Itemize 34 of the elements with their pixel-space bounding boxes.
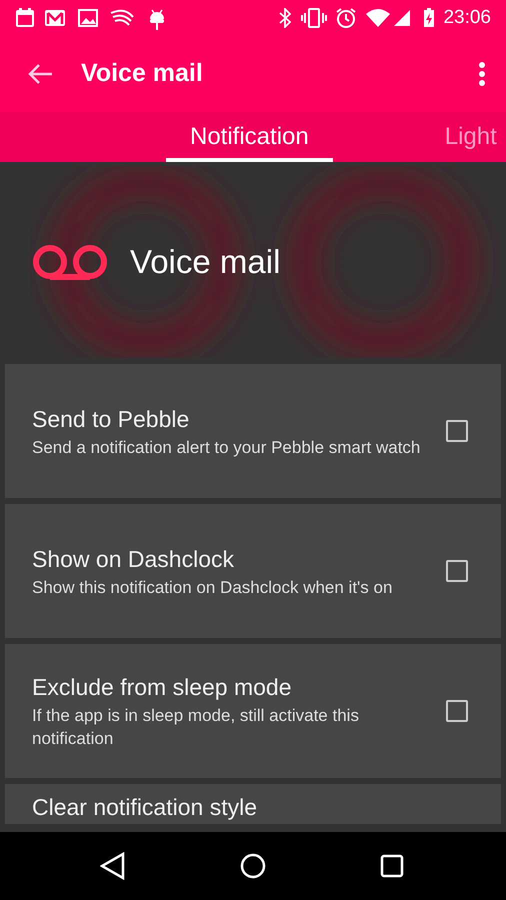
wifi-icon — [365, 8, 392, 28]
signal-icon — [393, 9, 412, 27]
setting-title: Show on Dashclock — [32, 544, 235, 574]
checkbox[interactable] — [446, 420, 468, 442]
setting-title: Clear notification style — [32, 793, 258, 822]
image-icon — [78, 9, 98, 27]
setting-card[interactable]: Clear notification style — [5, 784, 501, 824]
back-icon[interactable] — [100, 852, 126, 880]
setting-card[interactable]: Exclude from sleep mode If the app is in sleep mode, still activate this notification — [5, 644, 501, 778]
checkbox[interactable] — [446, 700, 468, 722]
recent-apps-icon[interactable] — [380, 854, 404, 878]
tab[interactable]: Notification — [166, 112, 333, 162]
home-icon[interactable] — [240, 853, 266, 879]
header-title: Voice mail — [130, 242, 280, 282]
checkbox[interactable] — [446, 560, 468, 582]
clock-time: 23:06 — [443, 6, 491, 30]
setting-title: Exclude from sleep mode — [32, 673, 293, 702]
vibrate-icon — [301, 8, 328, 28]
more-options-icon[interactable] — [478, 61, 486, 87]
alarm-icon — [335, 7, 358, 29]
swirl-icon — [110, 9, 136, 27]
calendar-icon — [15, 8, 35, 28]
setting-title: Send to Pebble — [32, 404, 190, 434]
setting-description: If the app is in sleep mode, still activate this notification — [32, 705, 360, 750]
back-arrow-icon[interactable] — [27, 63, 53, 85]
app-bar-title: Voice mail — [81, 58, 204, 90]
setting-description: Show this notification on Dashclock when it's on — [32, 576, 394, 598]
bluetooth-icon — [279, 8, 292, 28]
setting-card[interactable]: Send to Pebble Send a notification alert to your Pebble smart watch — [5, 364, 501, 498]
setting-card[interactable]: Show on Dashclock Show this notification on Dashclock when it's on — [5, 504, 501, 638]
mail-icon — [44, 9, 66, 27]
setting-description: Send a notification alert to your Pebble smart watch — [32, 436, 422, 458]
voicemail-icon — [32, 244, 108, 280]
battery-icon — [423, 8, 436, 28]
